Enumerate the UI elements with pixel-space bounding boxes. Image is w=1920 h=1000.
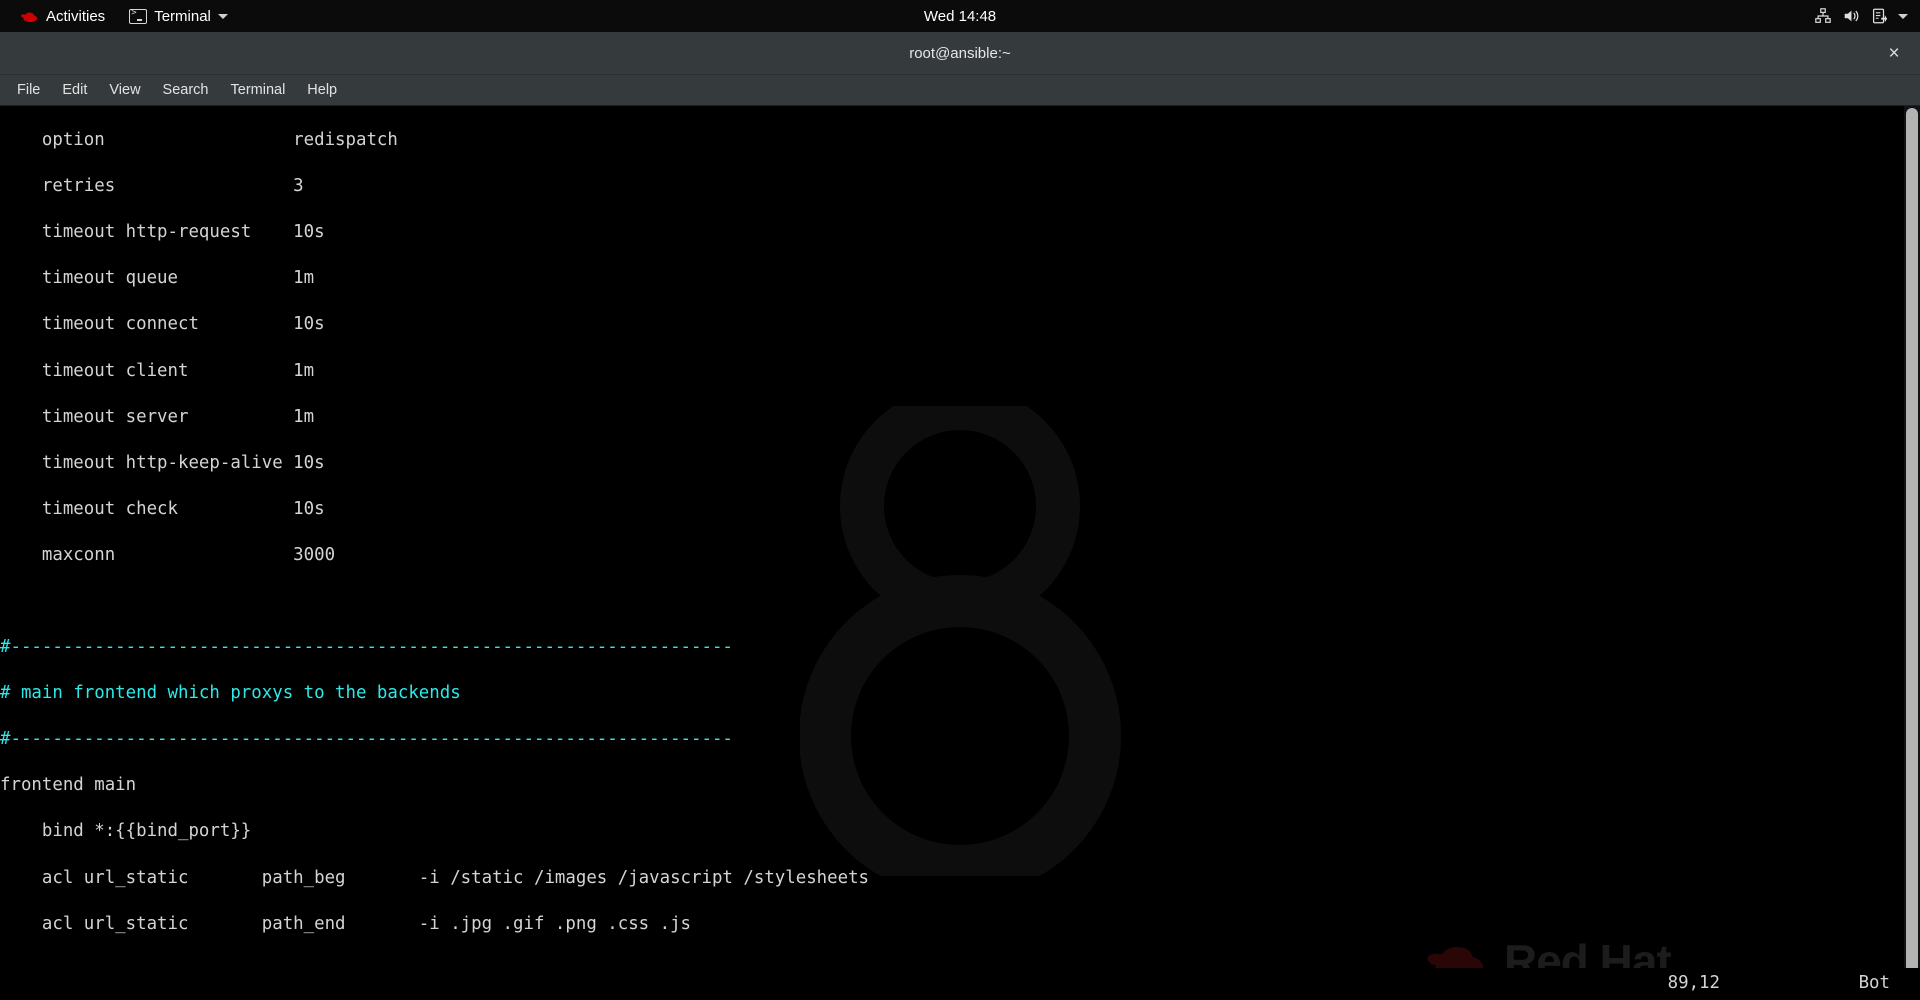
chevron-down-icon bbox=[217, 13, 228, 19]
clock[interactable]: Wed 14:48 bbox=[914, 4, 1006, 29]
menu-search[interactable]: Search bbox=[152, 78, 220, 102]
terminal-icon bbox=[129, 8, 148, 24]
buffer-line-comment: # main frontend which proxys to the back… bbox=[0, 683, 461, 704]
buffer-line: timeout http-keep-alive 10s bbox=[0, 452, 325, 473]
buffer-line: timeout check 10s bbox=[0, 498, 325, 519]
buffer-line: acl url_static path_beg -i /static /imag… bbox=[0, 867, 870, 888]
buffer-line: option redispatch bbox=[0, 130, 398, 151]
top-bar-left-group: Activities Terminal bbox=[0, 3, 237, 30]
gnome-top-bar: Activities Terminal Wed 14:48 bbox=[0, 0, 1920, 32]
menu-bar: File Edit View Search Terminal Help bbox=[0, 75, 1920, 106]
activities-button[interactable]: Activities bbox=[10, 3, 114, 30]
tray-chevron-down-icon[interactable] bbox=[1898, 13, 1908, 19]
activities-label: Activities bbox=[46, 7, 106, 25]
buffer-line: timeout queue 1m bbox=[0, 268, 315, 289]
menu-file[interactable]: File bbox=[6, 78, 51, 102]
scrollbar-thumb[interactable] bbox=[1906, 108, 1918, 996]
buffer-line-comment: #---------------------------------------… bbox=[0, 729, 733, 750]
buffer-line: retries 3 bbox=[0, 176, 304, 197]
scroll-position-indicator: Bot bbox=[1858, 973, 1890, 993]
buffer-line: maxconn 3000 bbox=[0, 544, 336, 565]
menu-view[interactable]: View bbox=[98, 78, 151, 102]
buffer-line: timeout connect 10s bbox=[0, 314, 325, 335]
terminal-viewport[interactable]: Red Hat option redispatch retries 3 time… bbox=[0, 106, 1920, 1000]
terminal-window: root@ansible:~ × File Edit View Search T… bbox=[0, 32, 1920, 1000]
system-tray bbox=[1814, 7, 1920, 25]
buffer-line: bind *:{{bind_port}} bbox=[0, 821, 252, 842]
terminal-scrollbar[interactable] bbox=[1904, 106, 1920, 1000]
buffer-line: frontend main bbox=[0, 775, 137, 796]
window-titlebar: root@ansible:~ × bbox=[0, 32, 1920, 75]
app-menu-label: Terminal bbox=[154, 7, 211, 25]
buffer-line: timeout server 1m bbox=[0, 406, 315, 427]
app-menu-button[interactable]: Terminal bbox=[120, 3, 237, 30]
network-icon[interactable] bbox=[1814, 7, 1832, 25]
volume-icon[interactable] bbox=[1842, 7, 1860, 25]
menu-terminal[interactable]: Terminal bbox=[220, 78, 297, 102]
close-icon[interactable]: × bbox=[1882, 41, 1906, 65]
vim-buffer[interactable]: option redispatch retries 3 timeout http… bbox=[0, 106, 1895, 1000]
buffer-line: timeout client 1m bbox=[0, 360, 315, 381]
menu-edit[interactable]: Edit bbox=[51, 78, 98, 102]
cursor-position: 89,12 bbox=[1667, 973, 1720, 993]
buffer-line: timeout http-request 10s bbox=[0, 222, 325, 243]
buffer-line: acl url_static path_end -i .jpg .gif .pn… bbox=[0, 913, 692, 934]
power-menu-icon[interactable] bbox=[1870, 7, 1888, 25]
top-bar-center-group: Wed 14:48 bbox=[0, 0, 1920, 32]
buffer-line-comment: #---------------------------------------… bbox=[0, 637, 733, 658]
buffer-line bbox=[0, 590, 1895, 613]
vim-status-line: 89,12 Bot bbox=[0, 968, 1920, 1000]
menu-help[interactable]: Help bbox=[296, 78, 348, 102]
window-title: root@ansible:~ bbox=[909, 44, 1011, 62]
redhat-logo-icon bbox=[21, 11, 38, 22]
